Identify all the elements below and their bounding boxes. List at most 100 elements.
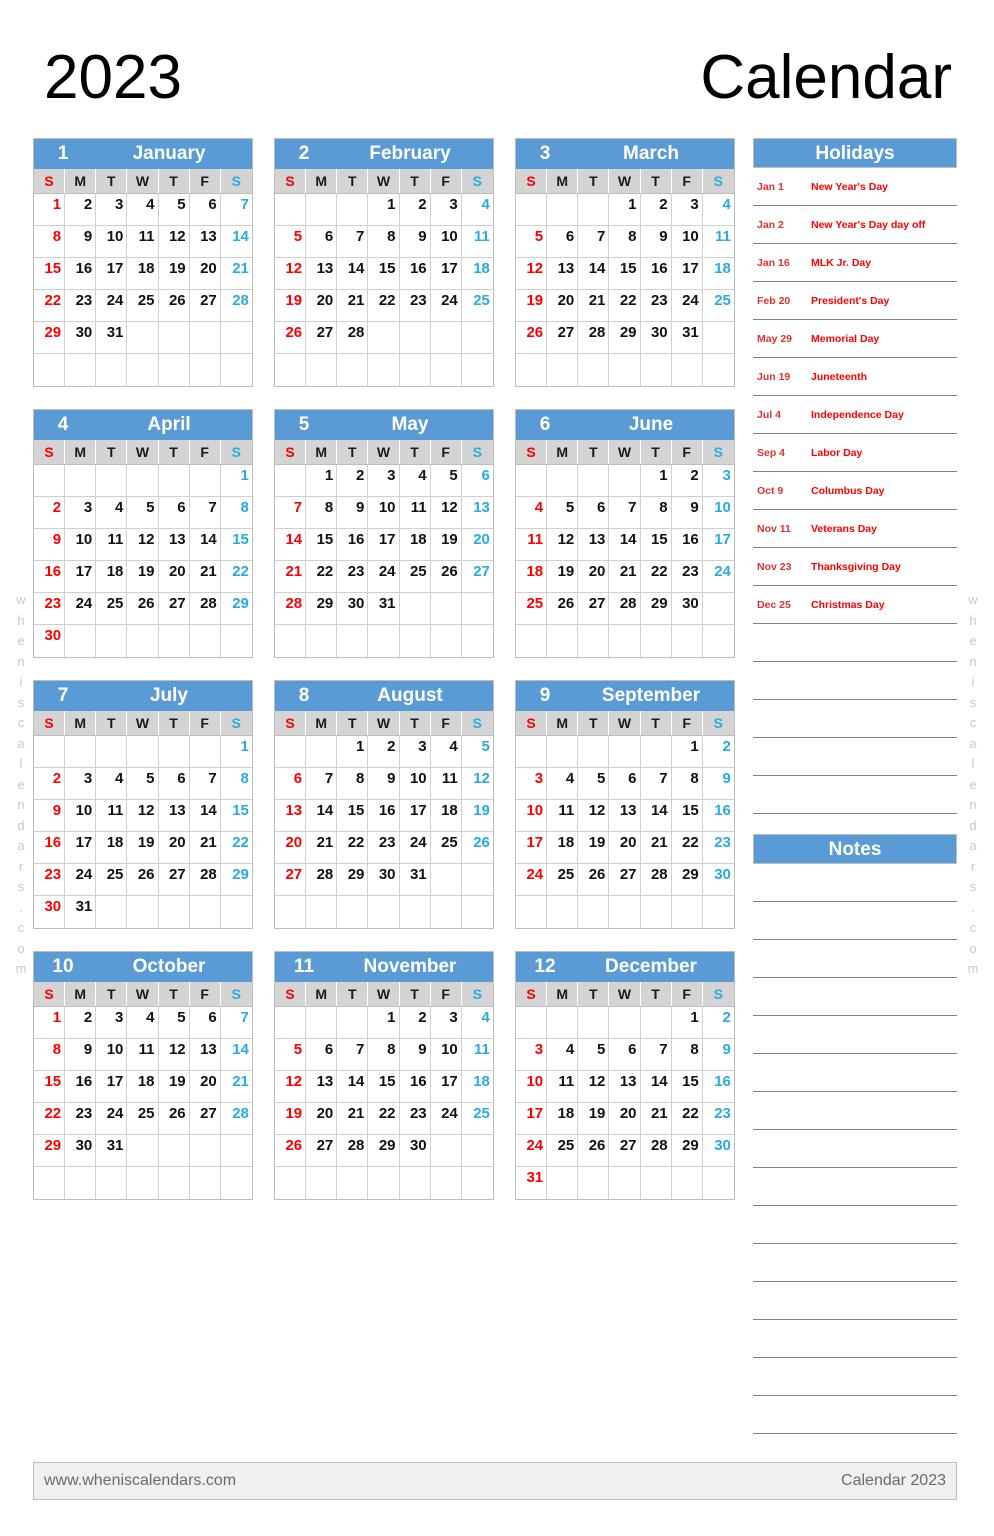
day-cell[interactable]: 1 (34, 194, 66, 226)
day-cell[interactable]: 11 (547, 1071, 579, 1103)
day-cell[interactable]: 4 (127, 194, 159, 226)
day-cell[interactable]: 21 (609, 561, 641, 593)
day-cell[interactable]: 17 (430, 258, 462, 290)
day-cell[interactable]: 6 (461, 465, 493, 497)
holiday-row[interactable]: Oct 9 Columbus Day (753, 472, 957, 510)
note-line[interactable] (753, 1092, 957, 1130)
day-cell[interactable]: 24 (671, 290, 703, 322)
day-cell[interactable]: 15 (640, 529, 672, 561)
day-cell[interactable]: 15 (34, 1071, 66, 1103)
day-cell[interactable]: 2 (702, 1007, 734, 1039)
day-cell[interactable]: 21 (337, 290, 369, 322)
day-cell[interactable]: 29 (609, 322, 641, 354)
day-cell[interactable]: 12 (158, 1039, 190, 1071)
day-cell[interactable]: 10 (65, 529, 97, 561)
day-cell[interactable]: 21 (337, 1103, 369, 1135)
note-line[interactable] (753, 940, 957, 978)
holiday-row[interactable]: Feb 20 President's Day (753, 282, 957, 320)
day-cell[interactable]: 22 (368, 290, 400, 322)
day-cell[interactable]: 12 (578, 800, 610, 832)
day-cell[interactable]: 27 (158, 864, 190, 896)
day-cell[interactable]: 15 (34, 258, 66, 290)
day-cell[interactable]: 16 (65, 258, 97, 290)
day-cell[interactable]: 7 (306, 768, 338, 800)
day-cell[interactable]: 4 (127, 1007, 159, 1039)
month-block-may[interactable]: 5 May S M T W T F S 1 2 3 4 5 6 7 8 9 10 11 12 13 14 15 16 17 18 19… (274, 409, 494, 658)
day-cell[interactable]: 30 (702, 864, 734, 896)
day-cell[interactable]: 5 (516, 226, 548, 258)
day-cell[interactable]: 23 (368, 832, 400, 864)
day-cell[interactable]: 31 (671, 322, 703, 354)
day-cell[interactable]: 21 (189, 832, 221, 864)
day-cell[interactable]: 1 (671, 736, 703, 768)
note-line[interactable] (753, 1206, 957, 1244)
day-cell[interactable]: 9 (34, 800, 66, 832)
day-cell[interactable]: 6 (609, 768, 641, 800)
day-cell[interactable]: 21 (578, 290, 610, 322)
day-cell[interactable]: 13 (578, 529, 610, 561)
day-cell[interactable]: 31 (399, 864, 431, 896)
day-cell[interactable]: 20 (547, 290, 579, 322)
holiday-row[interactable]: Jul 4 Independence Day (753, 396, 957, 434)
day-cell[interactable]: 31 (65, 896, 97, 928)
day-cell[interactable]: 28 (189, 593, 221, 625)
day-cell[interactable]: 24 (96, 1103, 128, 1135)
day-cell[interactable]: 6 (306, 226, 338, 258)
note-line[interactable] (753, 1244, 957, 1282)
holiday-row[interactable]: Jan 1 New Year's Day (753, 168, 957, 206)
day-cell[interactable]: 24 (430, 1103, 462, 1135)
day-cell[interactable]: 3 (399, 736, 431, 768)
day-cell[interactable]: 19 (516, 290, 548, 322)
day-cell[interactable]: 23 (702, 1103, 734, 1135)
day-cell[interactable]: 15 (220, 800, 252, 832)
day-cell[interactable]: 20 (578, 561, 610, 593)
day-cell[interactable]: 13 (275, 800, 307, 832)
day-cell[interactable]: 8 (337, 768, 369, 800)
holiday-blank-line[interactable] (753, 700, 957, 738)
day-cell[interactable]: 23 (640, 290, 672, 322)
day-cell[interactable]: 9 (702, 1039, 734, 1071)
day-cell[interactable]: 13 (609, 1071, 641, 1103)
day-cell[interactable]: 15 (609, 258, 641, 290)
day-cell[interactable]: 27 (158, 593, 190, 625)
day-cell[interactable]: 14 (275, 529, 307, 561)
day-cell[interactable]: 4 (461, 194, 493, 226)
day-cell[interactable]: 5 (158, 1007, 190, 1039)
note-line[interactable] (753, 1320, 957, 1358)
day-cell[interactable]: 6 (306, 1039, 338, 1071)
day-cell[interactable]: 14 (189, 529, 221, 561)
day-cell[interactable]: 16 (702, 1071, 734, 1103)
day-cell[interactable]: 10 (516, 800, 548, 832)
day-cell[interactable]: 24 (516, 864, 548, 896)
day-cell[interactable]: 12 (461, 768, 493, 800)
note-line[interactable] (753, 864, 957, 902)
day-cell[interactable]: 28 (189, 864, 221, 896)
day-cell[interactable]: 27 (275, 864, 307, 896)
day-cell[interactable]: 9 (34, 529, 66, 561)
day-cell[interactable]: 19 (158, 258, 190, 290)
day-cell[interactable]: 26 (461, 832, 493, 864)
day-cell[interactable]: 14 (337, 1071, 369, 1103)
day-cell[interactable]: 7 (640, 1039, 672, 1071)
day-cell[interactable]: 19 (127, 832, 159, 864)
note-line[interactable] (753, 978, 957, 1016)
day-cell[interactable]: 3 (671, 194, 703, 226)
day-cell[interactable]: 2 (640, 194, 672, 226)
day-cell[interactable]: 19 (547, 561, 579, 593)
day-cell[interactable]: 26 (158, 1103, 190, 1135)
note-line[interactable] (753, 1054, 957, 1092)
day-cell[interactable]: 6 (578, 497, 610, 529)
day-cell[interactable]: 20 (306, 1103, 338, 1135)
month-block-december[interactable]: 12 December S M T W T F S 1 2 3 4 5 6 7 8 9 10 11 12 13 14 15 16… (515, 951, 735, 1200)
day-cell[interactable]: 18 (516, 561, 548, 593)
holiday-row[interactable]: Nov 11 Veterans Day (753, 510, 957, 548)
day-cell[interactable]: 27 (547, 322, 579, 354)
day-cell[interactable]: 30 (399, 1135, 431, 1167)
day-cell[interactable]: 20 (306, 290, 338, 322)
day-cell[interactable]: 5 (578, 1039, 610, 1071)
day-cell[interactable]: 4 (96, 497, 128, 529)
day-cell[interactable]: 15 (671, 1071, 703, 1103)
day-cell[interactable]: 10 (430, 1039, 462, 1071)
day-cell[interactable]: 6 (158, 497, 190, 529)
day-cell[interactable]: 11 (702, 226, 734, 258)
